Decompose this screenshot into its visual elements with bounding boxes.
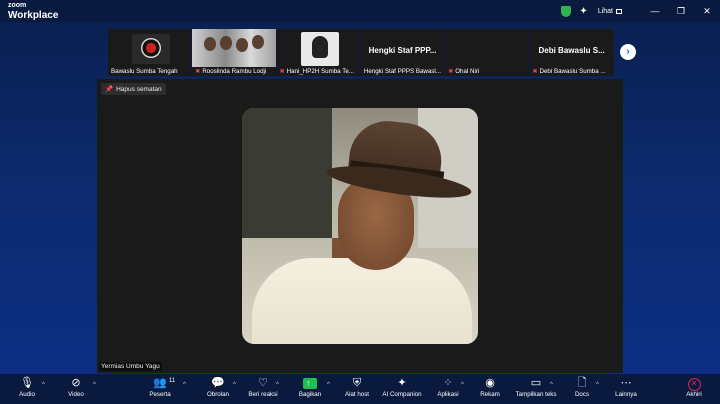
heart-icon: ♡ <box>258 377 268 389</box>
participant-display-text: Debi Bawaslu S... <box>538 46 605 55</box>
participant-display-text: Hengki Staf PPP... <box>368 46 437 55</box>
microphone-icon: 🎙 <box>20 377 34 389</box>
video-button[interactable]: ⊘ Video <box>46 376 106 398</box>
more-label: Lainnya <box>615 391 637 398</box>
chevron-right-icon: › <box>626 46 630 57</box>
more-icon: ⋯ <box>620 377 632 389</box>
participant-name: Hengki Staf PPPS Bawasl... <box>363 68 441 75</box>
participant-name: Bawaslu Sumba Tengah <box>111 68 178 75</box>
participant-tile[interactable]: Hengki Staf PPP... Hengki Staf PPPS Bawa… <box>360 29 446 76</box>
apps-label: Aplikasi <box>437 391 459 398</box>
audio-label: Audio <box>19 391 35 398</box>
unpin-button[interactable]: 📌 Hapus sematan <box>101 83 166 95</box>
participant-strip: Bawaslu Sumba Tengah ✖ Rooslinda Rambu L… <box>108 29 614 76</box>
react-label: Beri reaksi <box>248 391 278 398</box>
share-screen-icon <box>303 376 317 391</box>
brand-small: zoom <box>8 2 27 9</box>
participants-icon: 👥 <box>153 377 167 389</box>
record-icon: ◉ <box>485 377 495 389</box>
next-page-button[interactable]: › <box>620 44 636 60</box>
sparkle-icon[interactable]: ✦ <box>579 6 587 17</box>
mic-muted-icon: ✖ <box>532 69 538 75</box>
participant-tile[interactable]: ✖ Ohal Niri <box>445 29 530 76</box>
react-options-chevron-icon[interactable]: ^ <box>276 382 279 388</box>
chat-icon: 💬 <box>211 377 225 389</box>
title-bar: zoom Workplace ✦ Lihat — ❐ ✕ <box>0 0 720 22</box>
speaker-stage: 📌 Hapus sematan Yermias Umbu Yagu <box>97 79 623 373</box>
end-label: Akhiri <box>686 391 702 398</box>
audio-options-chevron-icon[interactable]: ^ <box>42 382 45 388</box>
participant-name: Rooslinda Rambu Lodji <box>202 68 267 75</box>
participant-name: Ohal Niri <box>455 68 480 75</box>
unpin-label: Hapus sematan <box>116 85 162 93</box>
document-icon: 🗋 <box>577 377 587 389</box>
close-icon[interactable]: ✕ <box>694 6 720 17</box>
participants-count: 11 <box>169 378 176 384</box>
participant-video <box>300 32 339 66</box>
participants-label: Peserta <box>149 391 171 398</box>
video-label: Video <box>68 391 84 398</box>
end-meeting-button[interactable]: ✕ Akhiri <box>664 376 720 398</box>
sparkle-icon: ✦ <box>397 377 407 389</box>
encryption-shield-icon[interactable] <box>561 5 572 17</box>
video-off-icon: ⊘ <box>71 377 81 389</box>
speaker-video <box>242 108 478 344</box>
ai-companion-label: AI Companion <box>382 391 422 398</box>
participant-tile[interactable]: ✖ Hani_HP2H Sumba Te... <box>276 29 361 76</box>
participants-options-chevron-icon[interactable]: ^ <box>183 382 186 388</box>
captions-icon: ▭ <box>530 377 542 389</box>
mic-muted-icon: ✖ <box>279 69 285 75</box>
maximize-icon[interactable]: ❐ <box>668 6 694 17</box>
participant-video <box>192 29 276 67</box>
participant-tile[interactable]: Debi Bawaslu S... ✖ Debi Bawaslu Sumba .… <box>529 29 614 76</box>
participant-name: Debi Bawaslu Sumba ... <box>539 68 606 75</box>
captions-label: Tampilkan teks <box>515 391 557 398</box>
participant-tile[interactable]: ✖ Rooslinda Rambu Lodji <box>192 29 277 76</box>
share-label: Bagikan <box>298 391 322 398</box>
mic-muted-icon: ✖ <box>448 69 454 75</box>
participant-tile[interactable]: Bawaslu Sumba Tengah <box>108 29 193 76</box>
meeting-toolbar: 🎙 Audio ^ ⊘ Video ^ 👥 Peserta 11 ^ 💬 Obr… <box>0 374 720 404</box>
view-grid-icon <box>616 8 622 14</box>
minimize-icon[interactable]: — <box>642 6 668 16</box>
more-button[interactable]: ⋯ Lainnya <box>596 376 656 398</box>
shield-icon: ⛨ <box>352 377 362 389</box>
record-label: Rekam <box>480 391 500 398</box>
speaker-name: Yermias Umbu Yagu <box>99 362 162 371</box>
participant-name: Hani_HP2H Sumba Te... <box>286 68 354 75</box>
mic-muted-icon: ✖ <box>195 69 201 75</box>
view-label: Lihat <box>597 7 613 15</box>
video-options-chevron-icon[interactable]: ^ <box>93 382 96 388</box>
host-tools-label: Alat host <box>344 391 370 398</box>
pin-icon: 📌 <box>105 86 114 93</box>
participant-logo <box>132 34 170 64</box>
app-logo: zoom Workplace <box>8 2 58 21</box>
brand-big: Workplace <box>8 10 59 21</box>
participants-button[interactable]: 👥 Peserta <box>130 376 190 398</box>
end-call-icon: ✕ <box>687 378 701 391</box>
apps-icon: ⁘ <box>443 377 453 389</box>
view-button[interactable]: Lihat <box>598 8 622 15</box>
docs-label: Docs <box>574 391 590 398</box>
chat-label: Obrolan <box>206 391 229 398</box>
